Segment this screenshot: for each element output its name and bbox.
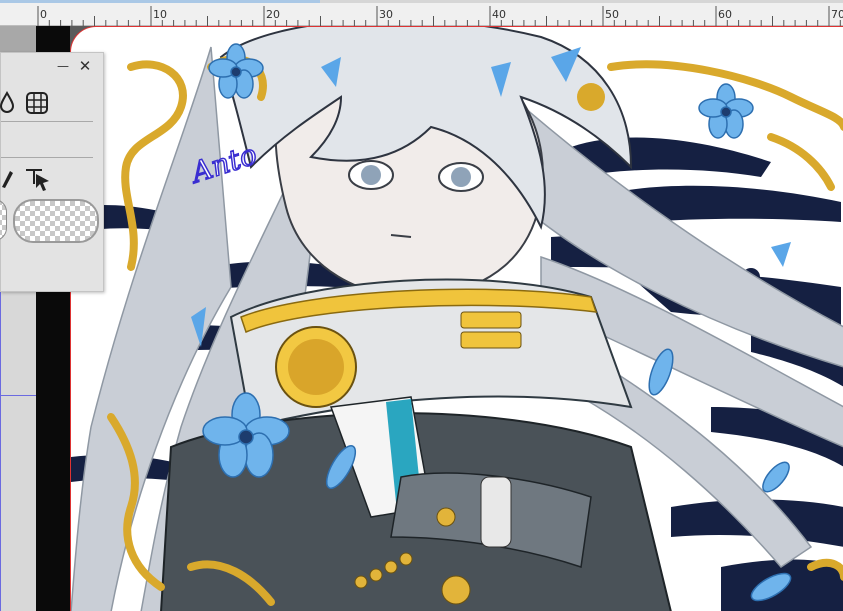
ruler-label-70: 70 xyxy=(831,8,843,21)
character-collar xyxy=(229,278,633,429)
grid-transform-icon[interactable] xyxy=(23,89,51,117)
minimize-button[interactable]: — xyxy=(55,57,71,75)
tool-property-panel[interactable]: — ✕ xyxy=(0,52,104,292)
horizontal-ruler[interactable]: 0 10 20 30 40 50 60 70 xyxy=(0,0,843,26)
select-arrow-icon[interactable] xyxy=(21,163,53,193)
drawing-canvas[interactable]: Anto xyxy=(70,26,843,611)
ruler-label-60: 60 xyxy=(718,8,732,21)
guide-line-horizontal xyxy=(0,395,36,396)
illustration xyxy=(71,27,843,611)
pen-icon[interactable] xyxy=(0,165,17,191)
ruler-label-50: 50 xyxy=(605,8,619,21)
guide-line-vertical xyxy=(0,292,1,611)
panel-divider xyxy=(1,121,93,122)
ruler-label-40: 40 xyxy=(492,8,506,21)
texture-swatch-left[interactable] xyxy=(0,199,7,241)
ruler-label-10: 10 xyxy=(153,8,167,21)
ruler-label-0: 0 xyxy=(40,8,47,21)
workspace-background-light xyxy=(0,26,36,54)
left-panel-area xyxy=(0,292,36,611)
close-button[interactable]: ✕ xyxy=(75,57,95,75)
texture-swatch-selected[interactable] xyxy=(13,199,99,243)
drop-icon[interactable] xyxy=(0,89,17,115)
ruler-label-20: 20 xyxy=(266,8,280,21)
ruler-ticks: 0 10 20 30 40 50 60 70 xyxy=(37,6,843,26)
gold-vine-curl xyxy=(577,83,605,111)
panel-divider xyxy=(1,157,93,158)
ruler-label-30: 30 xyxy=(379,8,393,21)
